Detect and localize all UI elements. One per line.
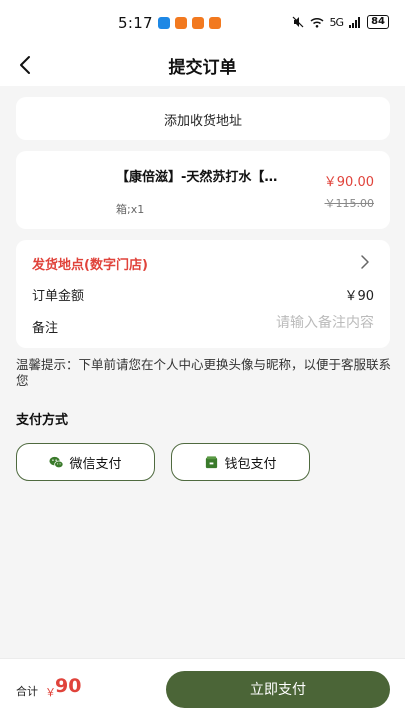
page-title: 提交订单 bbox=[168, 58, 237, 78]
remark-input[interactable] bbox=[204, 315, 374, 331]
wechat-pay-button[interactable]: 微信支付 bbox=[16, 443, 155, 481]
signal-icon bbox=[349, 16, 361, 28]
remark-label: 备注 bbox=[32, 321, 59, 336]
total-value: 90 bbox=[55, 675, 82, 697]
payment-method-title: 支付方式 bbox=[16, 413, 69, 428]
order-amount-value: ￥90 bbox=[344, 289, 374, 304]
warm-tip: 温馨提示：下单前请您在个人中心更换头像与昵称，以便于客服联系您 bbox=[16, 357, 392, 388]
add-address-label: 添加收货地址 bbox=[163, 114, 242, 129]
mute-icon bbox=[292, 16, 303, 28]
product-price: ￥90.00 bbox=[323, 175, 374, 190]
remark-row: 备注 bbox=[32, 315, 374, 337]
nav-bar: 提交订单 bbox=[0, 48, 405, 86]
product-original-price: ￥115.00 bbox=[324, 197, 375, 210]
order-info-card: 发货地点(数字门店) 订单金额 ￥90 备注 bbox=[16, 240, 390, 348]
battery-indicator: 84 bbox=[367, 15, 389, 29]
status-bar: 5:17 5G 84 bbox=[0, 0, 405, 48]
wifi-icon bbox=[310, 17, 324, 28]
total-label: 合计 bbox=[16, 685, 38, 698]
status-left: 5:17 bbox=[118, 14, 221, 32]
wallet-pay-button[interactable]: 钱包支付 bbox=[171, 443, 310, 481]
add-address-card[interactable]: 添加收货地址 bbox=[16, 97, 390, 140]
bottom-bar: 合计 ￥ 90 立即支付 bbox=[0, 658, 405, 720]
notification-app-icon bbox=[174, 17, 187, 29]
chevron-right-icon bbox=[361, 255, 369, 269]
order-amount-label: 订单金额 bbox=[32, 289, 85, 304]
pay-now-button[interactable]: 立即支付 bbox=[166, 671, 390, 708]
shipping-location-label: 发货地点(数字门店) bbox=[32, 258, 148, 273]
wechat-pay-label: 微信支付 bbox=[69, 456, 122, 472]
product-name: 【康倍滋】-天然苏打水【… bbox=[116, 170, 278, 185]
wallet-pay-label: 钱包支付 bbox=[224, 456, 277, 472]
notification-app-icon bbox=[208, 17, 221, 29]
wechat-icon bbox=[49, 456, 64, 468]
wallet-icon bbox=[206, 455, 218, 468]
product-card: 【康倍滋】-天然苏打水【… 箱;x1 ￥90.00 ￥115.00 bbox=[16, 151, 390, 229]
status-right: 5G 84 bbox=[292, 15, 389, 29]
product-spec: 箱;x1 bbox=[116, 203, 145, 216]
order-amount-row: 订单金额 ￥90 bbox=[32, 285, 374, 305]
notification-app-icon bbox=[191, 17, 204, 29]
shipping-location-row[interactable]: 发货地点(数字门店) bbox=[32, 254, 374, 274]
network-type: 5G bbox=[329, 15, 344, 29]
message-app-icon bbox=[157, 17, 170, 29]
status-time: 5:17 bbox=[118, 14, 153, 32]
